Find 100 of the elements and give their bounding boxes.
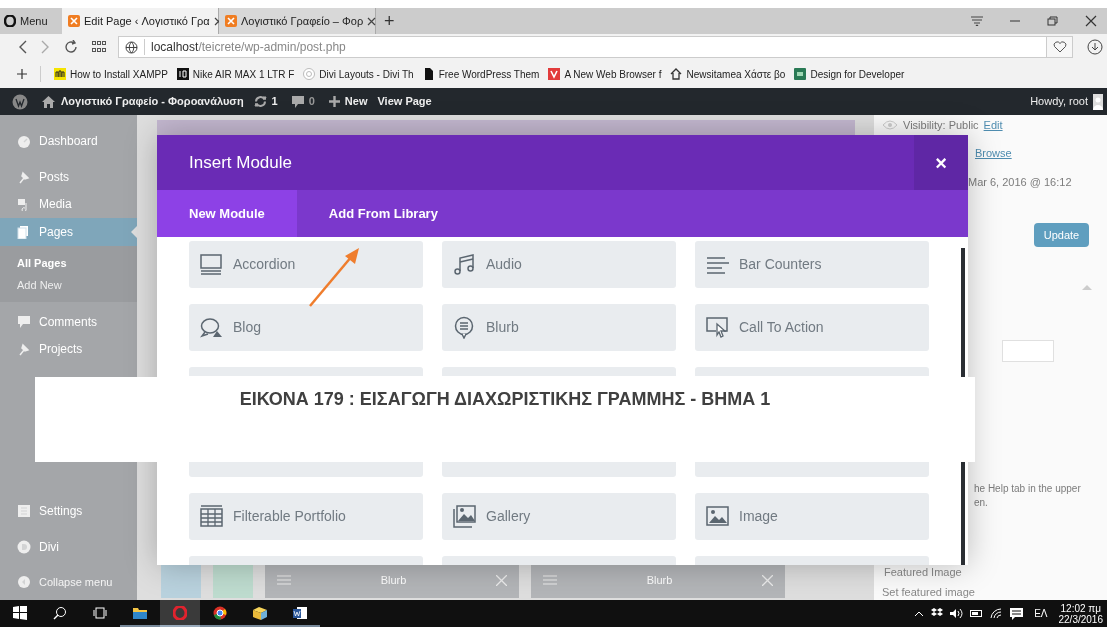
menu-button[interactable]: Menu: [0, 8, 62, 34]
notification-icon[interactable]: [1010, 607, 1024, 620]
restore-icon[interactable]: [1047, 16, 1059, 26]
close-icon[interactable]: [367, 16, 377, 26]
speed-dial-icon[interactable]: [92, 41, 106, 53]
chevron-up-icon[interactable]: [914, 610, 925, 617]
dropdown-field[interactable]: [1002, 340, 1054, 362]
add-bookmark-icon[interactable]: [17, 69, 27, 79]
refresh-icon: [253, 95, 267, 108]
download-icon[interactable]: [1087, 39, 1103, 55]
clock[interactable]: 12:02 πμ 22/3/2016: [1058, 602, 1103, 625]
bookmark-favicon-icon: [303, 68, 316, 80]
windows-start-icon[interactable]: [13, 605, 27, 620]
speech-bubbles-icon: [200, 316, 223, 339]
bookmark-link[interactable]: How to Install XAMPP: [54, 66, 168, 82]
opera-logo-icon: [4, 15, 16, 27]
bookmark-favicon-icon: [670, 68, 683, 80]
updates-link[interactable]: 1: [253, 93, 278, 110]
sidebar-item[interactable]: Divi: [0, 528, 137, 565]
dropbox-icon[interactable]: [931, 608, 944, 619]
sidebar-item[interactable]: Comments: [0, 307, 137, 336]
sidebar-item[interactable]: Media: [0, 190, 137, 219]
speech-bubble-icon: [453, 316, 476, 339]
table-grid-icon: [200, 505, 223, 528]
sidebar-item[interactable]: Projects: [0, 335, 137, 364]
bookmark-link[interactable]: A New Web Browser f: [548, 66, 662, 82]
photo-stack-icon: [453, 505, 476, 528]
module-card[interactable]: Blog: [189, 304, 423, 351]
dialog-tab[interactable]: New Module: [157, 190, 297, 237]
divi-logo-icon: [17, 539, 31, 554]
module-card[interactable]: Blurb: [442, 304, 676, 351]
eye-icon: [882, 120, 898, 130]
settings-icon: [17, 504, 31, 518]
account-menu[interactable]: Howdy, root: [1030, 93, 1103, 110]
module-card[interactable]: Accordion: [189, 241, 423, 288]
module-card[interactable]: Image: [695, 493, 929, 540]
dialog-tab[interactable]: Add From Library: [296, 190, 470, 237]
collapse-icon: [17, 575, 31, 590]
reload-icon[interactable]: [64, 40, 78, 54]
module-card[interactable]: Call To Action: [695, 304, 929, 351]
dashboard-icon: [17, 133, 31, 148]
avatar-icon: [1093, 93, 1103, 110]
browse-link[interactable]: Browse: [975, 145, 1012, 162]
submenu-item[interactable]: Add New: [0, 273, 137, 296]
folder-icon[interactable]: [253, 605, 267, 620]
pages-icon: [17, 224, 31, 239]
browser-tab[interactable]: Edit Page ‹ Λογιστικό Γρα: [62, 8, 219, 34]
new-tab-button[interactable]: +: [376, 8, 403, 34]
featured-image-heading: Featured Image: [884, 565, 962, 580]
site-name-link[interactable]: Λογιστικό Γραφείο - Φοροανάλυση: [42, 93, 244, 110]
bookmark-link[interactable]: Divi Layouts - Divi Th: [303, 66, 414, 82]
bookmark-link[interactable]: Free WordPress Them: [422, 66, 540, 82]
close-button[interactable]: ×: [914, 135, 968, 190]
view-page-link[interactable]: View Page: [377, 93, 432, 110]
back-icon[interactable]: [18, 40, 27, 54]
sidebar-item[interactable]: Collapse menu: [0, 564, 137, 601]
volume-icon[interactable]: [950, 608, 964, 619]
close-icon[interactable]: [1085, 15, 1097, 27]
heart-icon[interactable]: [1052, 41, 1067, 53]
module-card[interactable]: Audio: [442, 241, 676, 288]
sidebar-item[interactable]: Posts: [0, 162, 137, 191]
chrome-icon[interactable]: [213, 605, 227, 620]
bookmark-link[interactable]: Nike AIR MAX 1 LTR F: [176, 66, 295, 82]
figure-caption: ΕΙΚΟΝΑ 179 : ΕΙΣΑΓΩΓΗ ΔΙΑΧΩΡΙΣΤΙΚΗΣ ΓΡΑΜΜΗΣ - ΒΗΜΑ 1: [239, 388, 771, 411]
battery-icon[interactable]: [970, 609, 984, 618]
comment-icon: [291, 95, 304, 108]
bookmark-link[interactable]: Newsitamea Χάστε βο: [670, 66, 786, 82]
wordpress-logo-icon[interactable]: [12, 93, 28, 110]
set-featured-image-link[interactable]: Set featured image: [882, 583, 975, 600]
language-indicator[interactable]: ΕΛ: [1034, 606, 1048, 621]
dialog-title: Insert Module: [188, 151, 293, 174]
screen-cursor-icon: [706, 316, 729, 339]
module-card[interactable]: Bar Counters: [695, 241, 929, 288]
pin-icon: [17, 169, 31, 184]
comments-link[interactable]: 0: [291, 93, 315, 110]
new-link[interactable]: New: [328, 93, 368, 110]
search-icon[interactable]: [53, 605, 67, 620]
edit-link[interactable]: Edit: [983, 116, 1003, 134]
xampp-favicon-icon: [225, 15, 237, 27]
home-icon: [42, 95, 55, 108]
menu-icon: [277, 575, 291, 585]
sidebar-item[interactable]: Settings: [0, 493, 137, 529]
update-button[interactable]: Update: [1034, 223, 1089, 248]
sidebar-item[interactable]: Pages: [0, 218, 137, 246]
module-card[interactable]: Filterable Portfolio: [189, 493, 423, 540]
publish-date: Mar 6, 2016 @ 16:12: [968, 174, 1072, 190]
bookmark-favicon-icon: [54, 68, 66, 80]
submenu-item[interactable]: All Pages: [0, 251, 137, 274]
folder-icon[interactable]: [133, 605, 147, 620]
task-view-icon[interactable]: [93, 605, 107, 620]
menu-icon: [543, 575, 557, 585]
browser-tab[interactable]: Λογιστικό Γραφείο – Φορ: [219, 8, 376, 34]
sidebar-item[interactable]: Dashboard: [0, 127, 137, 155]
globe-icon: [125, 40, 138, 54]
module-card[interactable]: Gallery: [442, 493, 676, 540]
word-icon[interactable]: [293, 605, 307, 620]
wifi-icon[interactable]: [990, 608, 1004, 619]
bookmark-link[interactable]: Design for Developer: [794, 66, 905, 82]
music-note-icon: [453, 253, 476, 276]
address-field[interactable]: localhost/teicrete/wp-admin/post.php: [118, 36, 1073, 58]
